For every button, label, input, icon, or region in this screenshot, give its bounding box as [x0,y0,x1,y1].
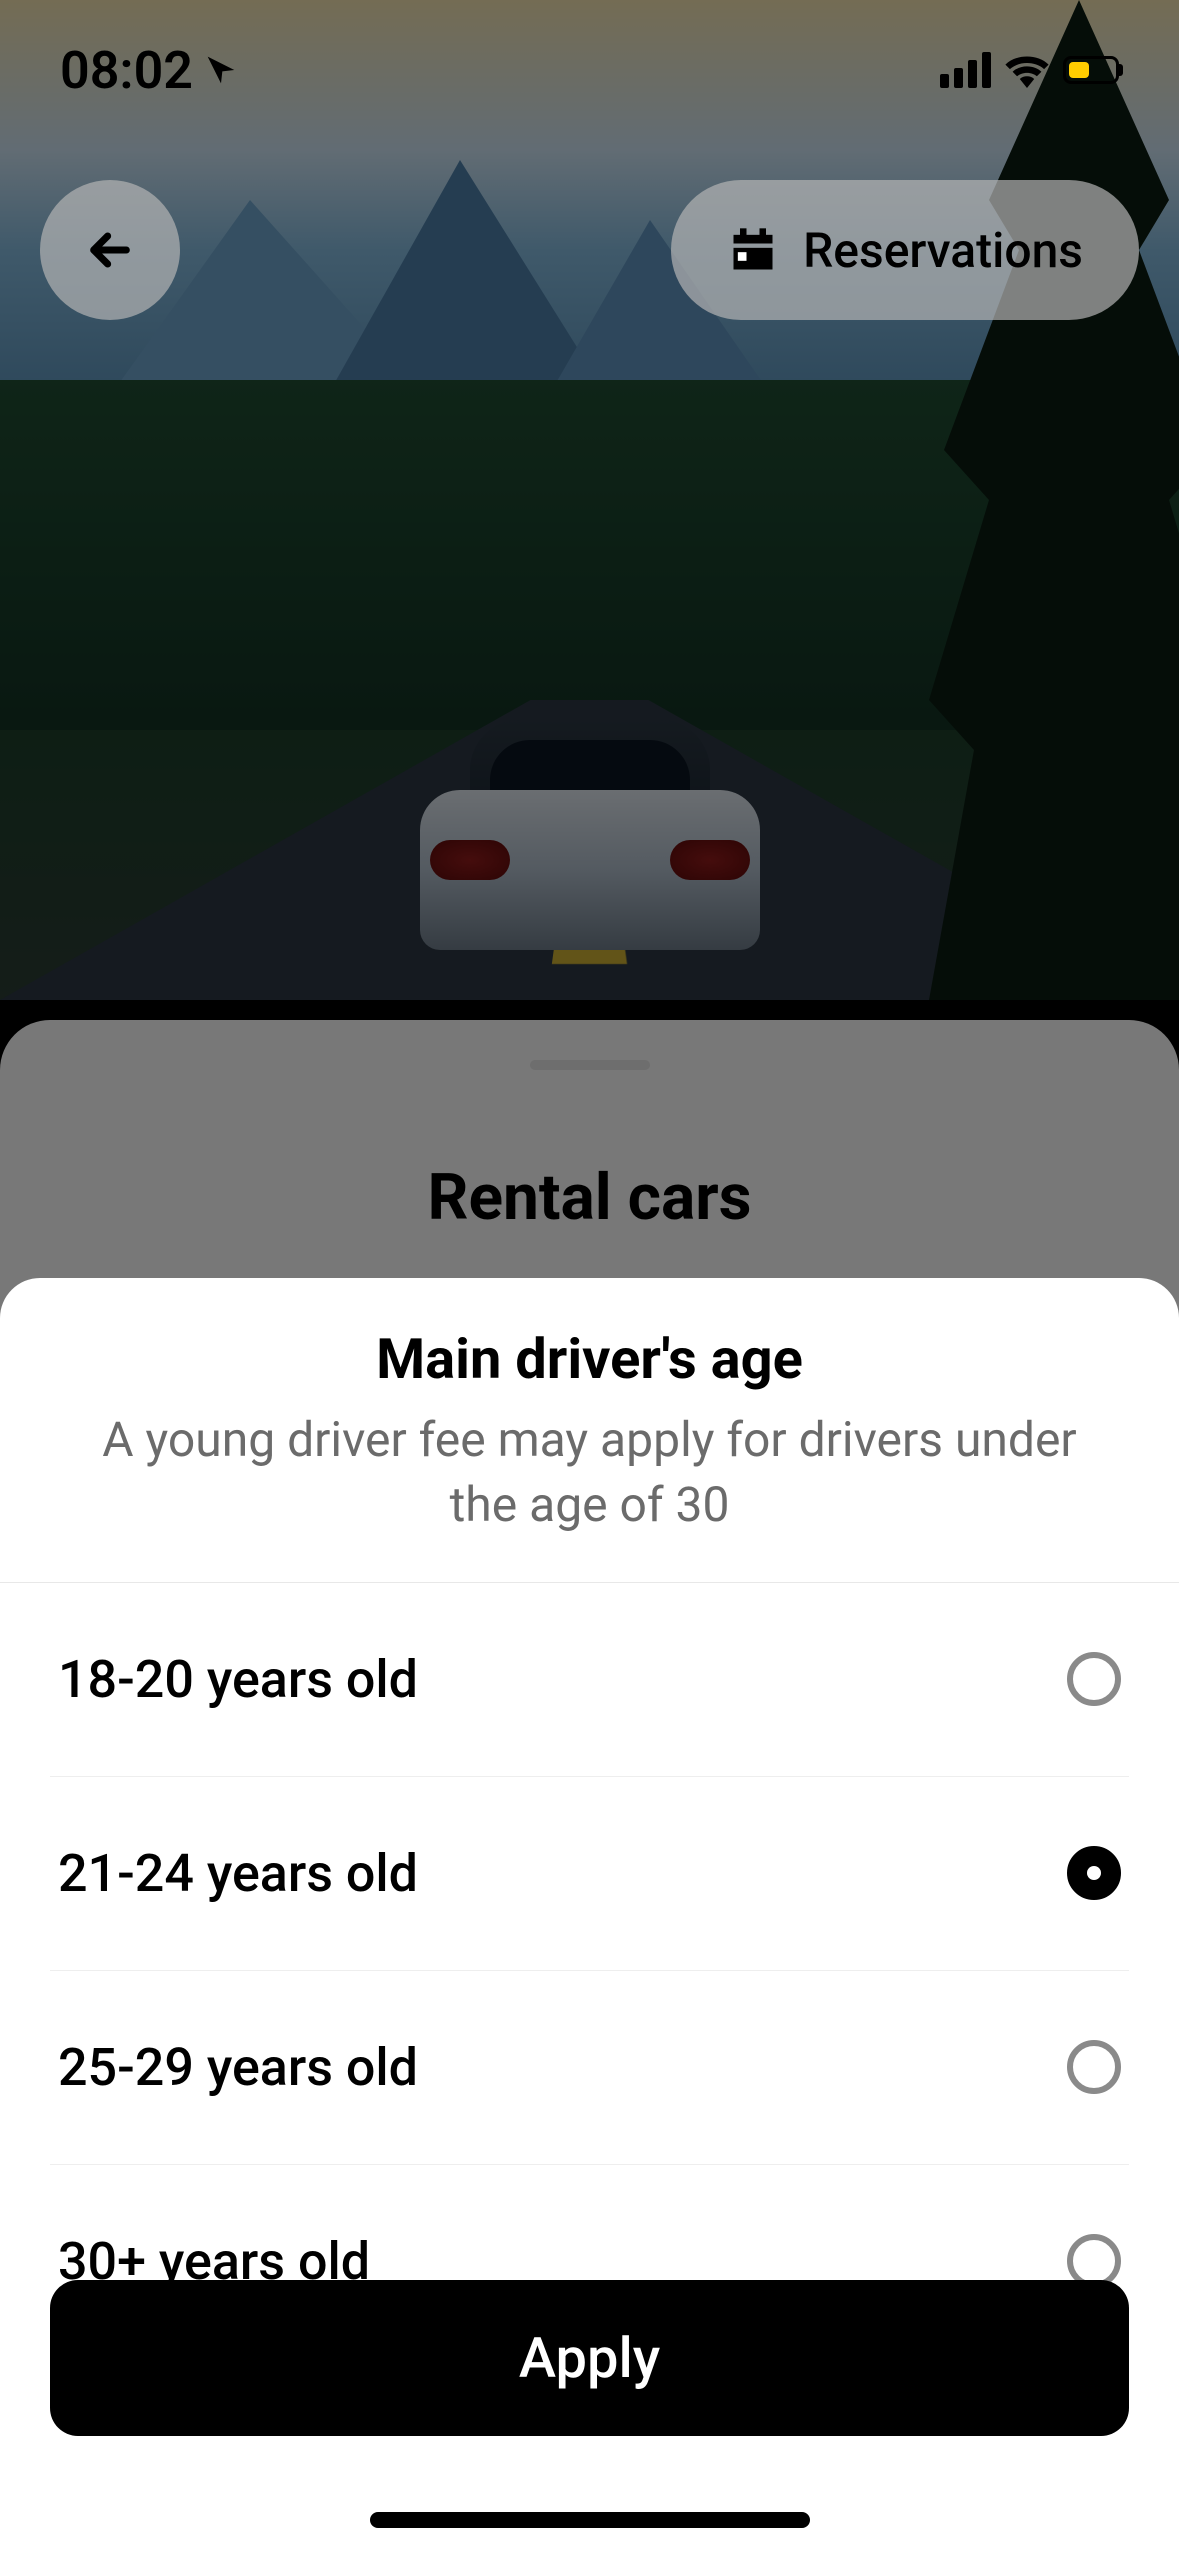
modal-header: Main driver's age A young driver fee may… [0,1278,1179,1583]
location-icon [205,54,237,86]
driver-age-modal: Main driver's age A young driver fee may… [0,1278,1179,2556]
option-label: 21-24 years old [58,1843,418,1904]
radio-icon [1067,2040,1121,2094]
option-label: 25-29 years old [58,2037,418,2098]
reservations-button[interactable]: Reservations [671,180,1139,320]
option-label: 18-20 years old [58,1649,418,1710]
reservations-label: Reservations [803,222,1083,279]
panel-handle[interactable] [530,1060,650,1070]
radio-icon [1067,1652,1121,1706]
wifi-icon [1005,52,1049,88]
nav-buttons: Reservations [0,180,1179,320]
age-option-18-20[interactable]: 18-20 years old [50,1583,1129,1777]
battery-icon [1063,56,1119,84]
back-button[interactable] [40,180,180,320]
modal-subtitle: A young driver fee may apply for drivers… [72,1408,1107,1538]
back-arrow-icon [82,222,138,278]
radio-selected-icon [1067,1846,1121,1900]
apply-button-label: Apply [519,2325,660,2391]
calendar-icon [727,224,779,276]
status-bar: 08:02 [0,0,1179,140]
modal-title: Main driver's age [72,1326,1107,1392]
age-option-21-24[interactable]: 21-24 years old [50,1777,1129,1971]
status-time: 08:02 [60,40,193,101]
cellular-signal-icon [940,52,991,88]
age-option-25-29[interactable]: 25-29 years old [50,1971,1129,2165]
apply-button[interactable]: Apply [50,2280,1129,2436]
age-options-list: 18-20 years old 21-24 years old 25-29 ye… [0,1583,1179,2358]
panel-title: Rental cars [0,1160,1179,1235]
home-indicator[interactable] [370,2512,810,2528]
